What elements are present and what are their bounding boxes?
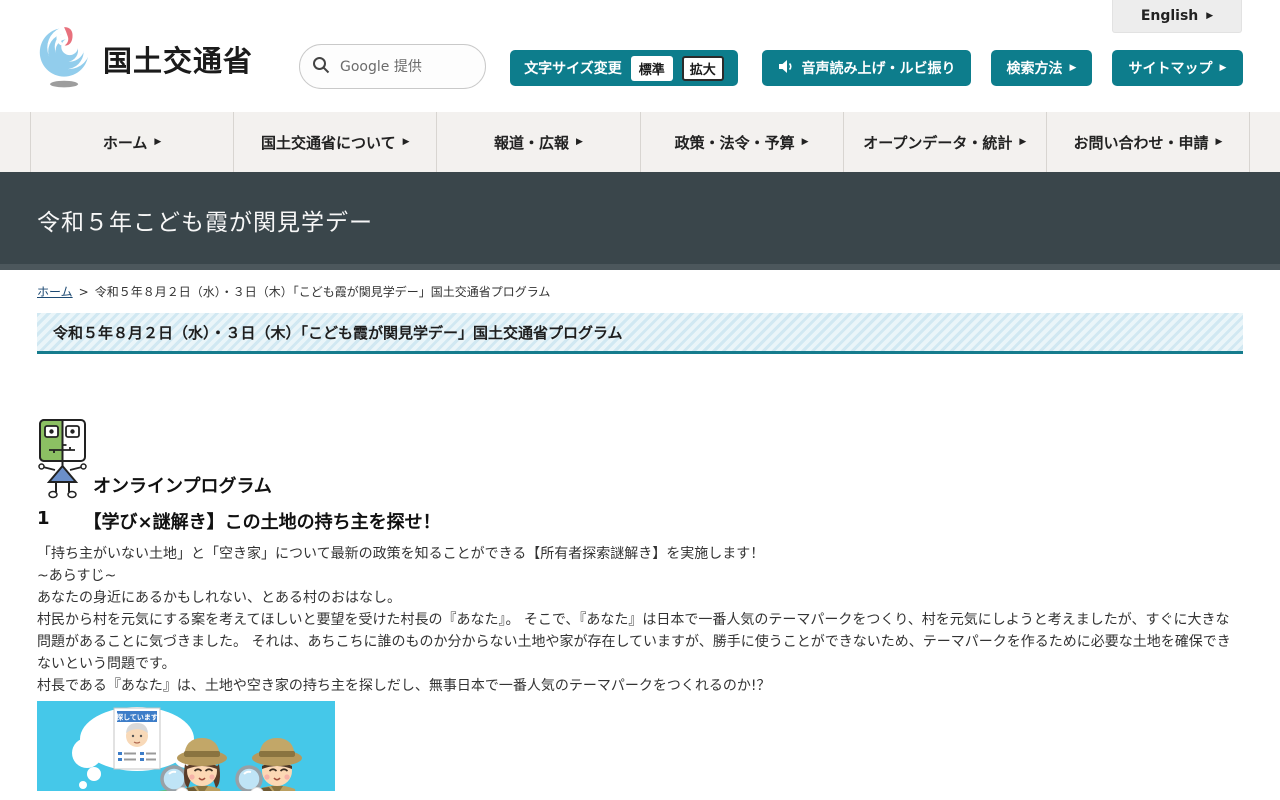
page-banner: 令和５年こども霞が関見学デー <box>0 172 1280 264</box>
sitemap-label: サイトマップ <box>1128 61 1213 77</box>
description-paragraph: ~あらすじ~ <box>37 568 117 584</box>
nav-item-label: 報道・広報 <box>493 133 569 152</box>
nav-item-label: 政策・法令・予算 <box>674 133 795 152</box>
search-box[interactable] <box>299 44 486 89</box>
svg-text:探しています: 探しています <box>116 713 158 722</box>
speech-readout-button[interactable]: 音声読み上げ・ルビ振り <box>762 50 971 86</box>
nav-item-contact[interactable]: お問い合わせ・申請 ▶ <box>1045 112 1251 172</box>
description-paragraph: 「持ち主がいない土地」と「空き家」について最新の政策を知ることができる【所有者探… <box>37 546 765 562</box>
chevron-right-icon: ▶ <box>402 136 410 147</box>
page: English ▶ 国土交通省 Google 提供 文字サイズ変更 標準 拡大 … <box>0 0 1280 800</box>
nav-item-label: お問い合わせ・申請 <box>1073 133 1209 152</box>
chevron-right-icon: ▶ <box>1219 62 1227 73</box>
program-item-heading: 1 【学び×謎解き】この土地の持ち主を探せ！ <box>37 508 1243 534</box>
chevron-right-icon: ▶ <box>575 136 583 147</box>
breadcrumb-separator: > <box>78 284 89 299</box>
nav-item-about[interactable]: 国土交通省について ▶ <box>233 112 436 172</box>
banner-bottom-strip <box>0 264 1280 270</box>
chevron-right-icon: ▶ <box>1215 136 1223 147</box>
nav-item-policy[interactable]: 政策・法令・予算 ▶ <box>639 112 843 172</box>
nav-item-home[interactable]: ホーム ▶ <box>30 112 233 172</box>
chevron-right-icon: ▶ <box>1206 10 1214 21</box>
online-program-title: オンラインプログラム <box>93 476 272 497</box>
chevron-right-icon: ▶ <box>801 136 809 147</box>
search-method-button[interactable]: 検索方法 ▶ <box>991 50 1092 86</box>
page-heading-box: 令和５年８月２日（水）・３日（木）「こども霞が関見学デー」国土交通省プログラム <box>37 313 1243 354</box>
speech-readout-label: 音声読み上げ・ルビ振り <box>801 61 956 77</box>
program-item-title: 【学び×謎解き】この土地の持ち主を探せ！ <box>83 512 441 533</box>
description-paragraph: あなたの身近にあるかもしれない、とある村のおはなし。 <box>37 590 401 606</box>
nav-item-label: オープンデータ・統計 <box>863 133 1013 152</box>
chevron-right-icon: ▶ <box>154 136 162 147</box>
search-icon <box>312 56 330 78</box>
description-paragraph: 村長である『あなた』は、土地や空き家の持ち主を探しだし、無事日本で一番人気のテー… <box>37 678 771 694</box>
page-title: 令和５年８月２日（水）・３日（木）「こども霞が関見学デー」国土交通省プログラム <box>53 323 623 342</box>
banner-title: 令和５年こども霞が関見学デー <box>37 210 373 236</box>
font-large-button[interactable]: 拡大 <box>681 55 724 81</box>
program-item-number: 1 <box>37 508 50 529</box>
mlit-logo-icon <box>37 24 93 94</box>
search-method-label: 検索方法 <box>1006 61 1063 77</box>
program-description: 「持ち主がいない土地」と「空き家」について最新の政策を知ることができる【所有者探… <box>37 543 1243 697</box>
font-size-button[interactable]: 文字サイズ変更 標準 拡大 <box>510 50 738 86</box>
logo-title: 国土交通省 <box>103 44 254 78</box>
site-logo[interactable]: 国土交通省 <box>37 24 253 94</box>
speaker-icon <box>778 59 795 78</box>
nav-item-label: 国土交通省について <box>261 133 396 152</box>
english-button-label: English <box>1140 8 1199 24</box>
main-content: オンラインプログラム 1 【学び×謎解き】この土地の持ち主を探せ！ 「持ち主がい… <box>37 354 1243 791</box>
nav-item-opendata[interactable]: オープンデータ・統計 ▶ <box>842 112 1046 172</box>
sitemap-button[interactable]: サイトマップ ▶ <box>1112 50 1243 86</box>
breadcrumb-home-link[interactable]: ホーム <box>37 283 73 300</box>
robot-character-icon <box>37 418 93 504</box>
description-paragraph: 村民から村を元気にする案を考えてほしいと要望を受けた村長の『あなた』。 そこで、… <box>37 612 1231 672</box>
global-nav: ホーム ▶ 国土交通省について ▶ 報道・広報 ▶ 政策・法令・予算 ▶ オープ… <box>0 112 1280 172</box>
site-header: English ▶ 国土交通省 Google 提供 文字サイズ変更 標準 拡大 … <box>0 0 1280 112</box>
english-button[interactable]: English ▶ <box>1112 0 1242 33</box>
chevron-right-icon: ▶ <box>1019 136 1027 147</box>
font-standard-button[interactable]: 標準 <box>630 55 673 81</box>
chevron-right-icon: ▶ <box>1069 62 1077 73</box>
search-input[interactable] <box>340 58 460 75</box>
breadcrumb-current: 令和５年８月２日（水）・３日（木）「こども霞が関見学デー」国土交通省プログラム <box>94 285 551 299</box>
breadcrumb: ホーム > 令和５年８月２日（水）・３日（木）「こども霞が関見学デー」国土交通省… <box>37 283 550 300</box>
nav-item-press[interactable]: 報道・広報 ▶ <box>436 112 639 172</box>
font-size-label: 文字サイズ変更 <box>524 61 622 77</box>
explorers-illustration-image: 探しています <box>37 701 335 791</box>
online-program-header: オンラインプログラム <box>37 354 1243 500</box>
nav-item-label: ホーム <box>102 133 148 152</box>
